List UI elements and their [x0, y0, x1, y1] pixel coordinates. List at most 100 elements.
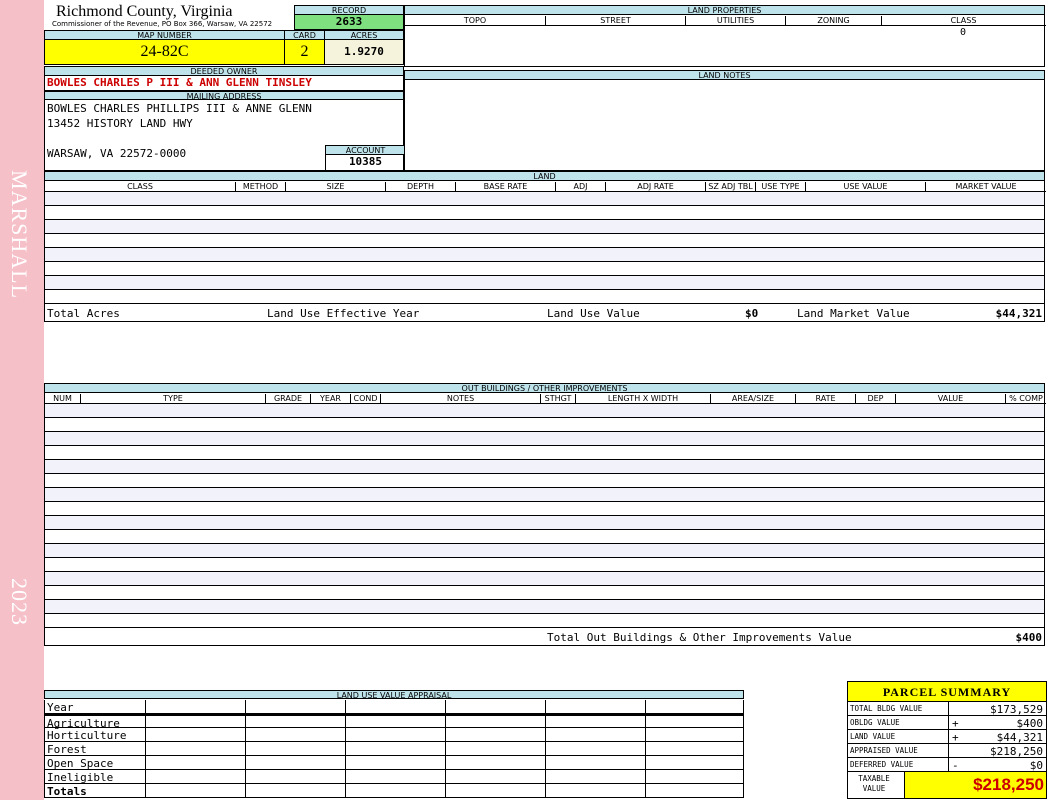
land-rows — [45, 192, 1044, 304]
land-notes-box: LAND NOTES — [404, 70, 1045, 171]
outbuildings-total-label: Total Out Buildings & Other Improvements… — [547, 631, 852, 644]
parcel-summary-sign: + — [952, 717, 959, 730]
land-use-cell-divider — [345, 728, 346, 741]
outbuilding-row — [45, 460, 1044, 474]
land-col-adj-rate: ADJ RATE — [605, 182, 705, 192]
deeded-owner-label: DEEDED OWNER — [45, 67, 403, 76]
taxable-label-line-1: TAXABLE — [858, 774, 890, 783]
outbuildings-rows — [45, 404, 1044, 628]
ob-col-notes: NOTES — [380, 394, 540, 404]
land-use-row: Forest — [44, 742, 744, 756]
sidebar: MARSHALL 2023 — [0, 0, 44, 800]
account-value: 10385 — [348, 155, 383, 168]
land-use-cell-divider — [345, 742, 346, 755]
land-market-value-label: Land Market Value — [797, 307, 910, 320]
sidebar-label-bottom: 2023 — [7, 578, 32, 626]
parcel-summary-title: PARCEL SUMMARY — [848, 682, 1046, 702]
land-use-cell-divider — [445, 728, 446, 741]
land-use-row: Agriculture — [44, 714, 744, 730]
mailing-line-1: BOWLES CHARLES PHILLIPS III & ANNE GLENN — [47, 102, 312, 115]
ob-col-sthgt: STHGT — [540, 394, 575, 404]
land-use-cell-divider — [445, 742, 446, 755]
parcel-summary-divider — [948, 716, 949, 730]
total-acres-label: Total Acres — [47, 307, 120, 320]
record-value: 2633 — [295, 15, 403, 29]
parcel-summary-divider — [948, 758, 949, 772]
land-use-row: Horticulture — [44, 728, 744, 742]
land-row — [45, 206, 1044, 220]
land-table-header: CLASS METHOD SIZE DEPTH BASE RATE ADJ AD… — [45, 182, 1046, 192]
lp-col-street: STREET — [545, 16, 685, 26]
deeded-owner-value: BOWLES CHARLES P III & ANN GLENN TINSLEY — [47, 76, 312, 89]
outbuildings-table: OUT BUILDINGS / OTHER IMPROVEMENTS NUM T… — [44, 383, 1046, 646]
taxable-label: TAXABLE VALUE — [854, 774, 894, 794]
lp-col-zoning: ZONING — [785, 16, 881, 26]
ob-col-grade: GRADE — [265, 394, 310, 404]
land-row — [45, 290, 1044, 304]
land-use-cell-divider — [645, 756, 646, 769]
land-use-row-label: Year — [47, 701, 74, 714]
parcel-summary-row: TOTAL BLDG VALUE $173,529 — [848, 702, 1046, 716]
parcel-summary-label: OBLDG VALUE — [850, 718, 900, 727]
land-use-cell-divider — [345, 756, 346, 769]
land-notes-title: LAND NOTES — [405, 71, 1044, 80]
land-use-appraisal-rows: Year Agriculture Horticulture Forest Open Sp… — [44, 700, 744, 798]
land-use-row: Year — [44, 700, 744, 714]
ob-col-cond: COND — [350, 394, 380, 404]
ob-col-type: TYPE — [80, 394, 265, 404]
land-col-adj: ADJ — [555, 182, 605, 192]
taxable-value-row: TAXABLE VALUE $218,250 — [848, 772, 1046, 798]
land-row — [45, 234, 1044, 248]
land-use-cell-divider — [645, 728, 646, 741]
land-totals: Total Acres Land Use Effective Year Land… — [45, 303, 1044, 321]
parcel-summary-value: $173,529 — [990, 703, 1043, 716]
land-col-size: SIZE — [285, 182, 385, 192]
parcel-summary-row: APPRAISED VALUE $218,250 — [848, 744, 1046, 758]
parcel-summary-value: $0 — [1029, 759, 1043, 772]
parcel-summary-row: LAND VALUE + $44,321 — [848, 730, 1046, 744]
acres-value: 1.9270 — [325, 40, 403, 64]
effective-year-label: Land Use Effective Year — [267, 307, 420, 320]
taxable-label-line-2: VALUE — [862, 784, 886, 793]
ob-col-value: VALUE — [895, 394, 1005, 404]
land-col-depth: DEPTH — [385, 182, 455, 192]
county-title: Richmond County, Virginia — [56, 3, 233, 20]
ob-col-num: NUM — [53, 394, 72, 403]
mailing-line-3: WARSAW, VA 22572-0000 — [47, 147, 187, 160]
land-use-cell-divider — [545, 742, 546, 755]
land-use-cell-divider — [445, 700, 446, 713]
land-col-use-value: USE VALUE — [805, 182, 925, 192]
land-use-cell-divider — [245, 742, 246, 755]
ob-col-length-width: LENGTH X WIDTH — [575, 394, 710, 404]
land-use-row: Ineligible — [44, 770, 744, 784]
land-use-cell-divider — [645, 770, 646, 783]
parcel-summary-divider — [948, 730, 949, 744]
land-row — [45, 192, 1044, 206]
outbuilding-row — [45, 516, 1044, 530]
land-col-market-value: MARKET VALUE — [925, 182, 1046, 192]
land-col-method: METHOD — [235, 182, 285, 192]
land-use-cell-divider — [545, 728, 546, 741]
deeded-owner-box: DEEDED OWNER BOWLES CHARLES P III & ANN … — [44, 66, 404, 91]
sidebar-label-top: MARSHALL — [7, 170, 32, 300]
ob-col-year: YEAR — [310, 394, 350, 404]
outbuilding-row — [45, 502, 1044, 516]
land-market-value: $44,321 — [995, 307, 1042, 320]
land-use-cell-divider — [245, 756, 246, 769]
parcel-summary-label: LAND VALUE — [850, 732, 896, 741]
map-number-value: 24-82C — [45, 40, 285, 64]
parcel-summary-divider — [948, 702, 949, 716]
record-box: RECORD 2633 — [294, 5, 404, 30]
ob-col-area-size: AREA/SIZE — [710, 394, 795, 404]
land-col-class: CLASS — [127, 182, 153, 191]
land-title: LAND — [45, 172, 1044, 181]
land-use-row-label: Totals — [47, 785, 87, 798]
parcel-summary-row: OBLDG VALUE + $400 — [848, 716, 1046, 730]
land-use-appraisal: LAND USE VALUE APPRAISAL Year Agriculture… — [44, 690, 744, 798]
land-use-row-label: Forest — [47, 743, 87, 756]
outbuilding-row — [45, 614, 1044, 628]
outbuilding-row — [45, 488, 1044, 502]
outbuilding-row — [45, 530, 1044, 544]
land-use-cell-divider — [445, 756, 446, 769]
parcel-summary-value: $218,250 — [990, 745, 1043, 758]
